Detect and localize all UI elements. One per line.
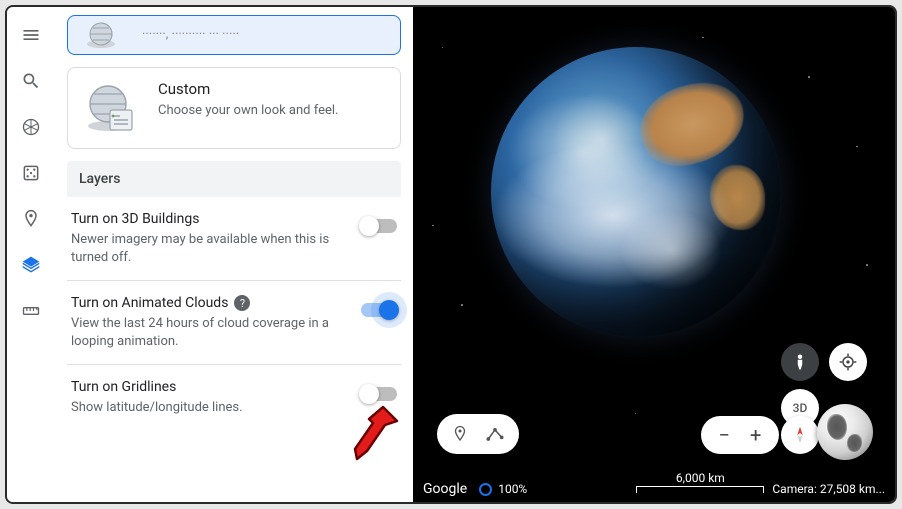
row-sub: View the last 24 hours of cloud coverage… xyxy=(71,315,331,350)
app-frame: alphr ·······, ·········· ··· ····· Cust… xyxy=(5,5,897,504)
measure-icon[interactable] xyxy=(21,301,41,321)
layer-row-3d-buildings: Turn on 3D Buildings Newer imagery may b… xyxy=(67,197,401,281)
map-footer: Google 100% 6,000 km Camera: 27,508 km..… xyxy=(413,476,895,502)
style-card-custom[interactable]: Custom Choose your own look and feel. xyxy=(67,67,401,149)
custom-title: Custom xyxy=(158,80,338,98)
row-title: Turn on Animated Clouds? xyxy=(71,295,351,311)
path-icon xyxy=(485,425,505,443)
custom-sub: Choose your own look and feel. xyxy=(158,102,338,120)
help-icon[interactable]: ? xyxy=(234,295,250,311)
layer-row-gridlines: Turn on Gridlines Show latitude/longitud… xyxy=(67,365,401,431)
projects-icon[interactable] xyxy=(21,209,41,229)
search-icon[interactable] xyxy=(21,71,41,91)
globe-custom-icon xyxy=(80,80,144,136)
layers-icon[interactable] xyxy=(21,255,41,275)
dice-icon[interactable] xyxy=(21,163,41,183)
style-card-selected[interactable]: ·······, ·········· ··· ····· xyxy=(67,15,401,55)
zoom-out-icon[interactable]: − xyxy=(719,423,730,447)
earth-globe[interactable] xyxy=(491,47,781,337)
scale-bar: 6,000 km xyxy=(636,486,764,493)
toggle-3d-buildings[interactable] xyxy=(361,219,397,233)
map-canvas[interactable]: 3D − + Google 100% 6,000 km Camera: 27,5… xyxy=(413,7,895,502)
zoom-in-icon[interactable]: + xyxy=(750,423,761,447)
progress-text: 100% xyxy=(498,482,527,496)
style-card-partial-text: ·······, ·········· ··· ····· xyxy=(142,26,239,44)
row-sub: Newer imagery may be available when this… xyxy=(71,231,331,266)
google-logo: Google xyxy=(423,481,467,497)
voyager-icon[interactable] xyxy=(21,117,41,137)
style-card-text: Custom Choose your own look and feel. xyxy=(158,80,338,120)
my-location-button[interactable] xyxy=(829,343,867,381)
pin-icon xyxy=(451,425,469,443)
menu-icon[interactable] xyxy=(21,25,41,45)
row-title: Turn on 3D Buildings xyxy=(71,211,351,227)
side-panel: ·······, ·········· ··· ····· Custom Cho… xyxy=(55,7,413,502)
globe-icon xyxy=(80,20,128,50)
placemark-tools[interactable] xyxy=(437,414,519,454)
row-title: Turn on Gridlines xyxy=(71,379,351,395)
scale-text: 6,000 km xyxy=(637,471,763,485)
pegman-button[interactable] xyxy=(781,343,819,381)
compass-button[interactable] xyxy=(781,416,819,454)
layers-section-header: Layers xyxy=(67,161,401,197)
toggle-animated-clouds[interactable] xyxy=(361,303,397,317)
overview-globe[interactable] xyxy=(817,404,873,460)
camera-text: Camera: 27,508 km... xyxy=(772,482,885,496)
toggle-gridlines[interactable] xyxy=(361,387,397,401)
nav-rail xyxy=(7,7,55,502)
zoom-control[interactable]: − + xyxy=(701,416,779,454)
layer-row-animated-clouds: Turn on Animated Clouds? View the last 2… xyxy=(67,281,401,365)
row-sub: Show latitude/longitude lines. xyxy=(71,399,331,417)
progress-ring-icon xyxy=(479,483,492,496)
